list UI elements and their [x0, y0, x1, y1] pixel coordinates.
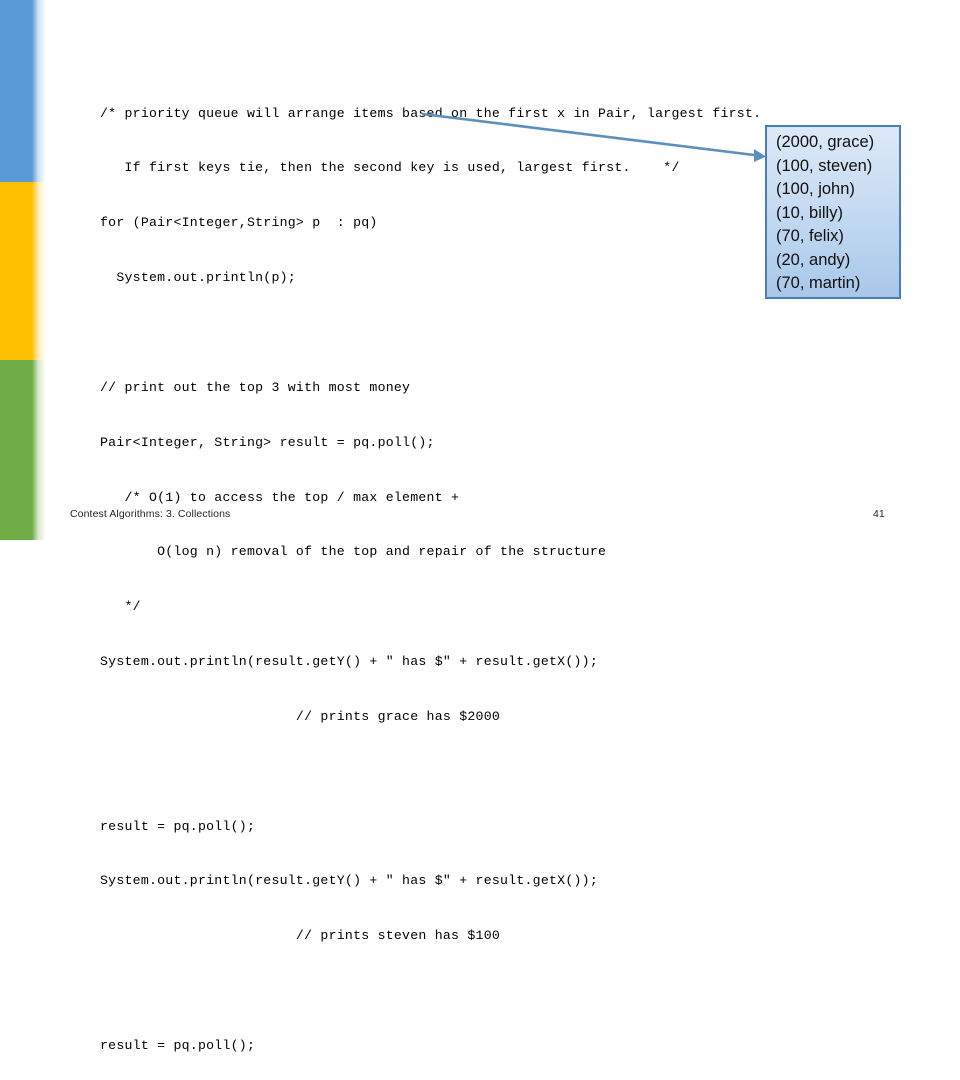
code-line: If first keys tie, then the second key i…	[100, 160, 680, 176]
color-block-amber-solid	[0, 182, 32, 360]
output-line: (2000, grace)	[776, 133, 875, 151]
code-line: // print out the top 3 with most money	[100, 379, 411, 395]
decorative-color-bar	[0, 0, 46, 540]
color-block-blue	[0, 0, 46, 182]
color-block-green	[0, 360, 46, 540]
code-block-third-poll: result = pq.poll(); System.out.println(r…	[100, 1000, 800, 1080]
output-line: (70, felix)	[776, 227, 844, 245]
color-block-green-fade	[32, 360, 46, 540]
output-line: (100, john)	[776, 180, 855, 198]
code-block-top3-poll: // print out the top 3 with most money P…	[100, 342, 800, 763]
output-line: (20, andy)	[776, 250, 851, 269]
code-line: System.out.println(p);	[100, 270, 296, 286]
slide-page-number: 41	[873, 508, 885, 520]
code-line: result = pq.poll();	[100, 1037, 256, 1053]
code-line: // prints steven has $100	[100, 928, 501, 944]
code-line: result = pq.poll();	[100, 818, 256, 834]
output-line: (70, martin)	[776, 274, 861, 292]
output-line: (100, steven)	[776, 156, 873, 175]
code-line: for (Pair<Integer,String> p : pq)	[100, 215, 378, 231]
code-line: Pair<Integer, String> result = pq.poll()…	[100, 434, 435, 450]
code-line: O(log n) removal of the top and repair o…	[100, 544, 607, 560]
output-callout-box: (2000, grace) (100, steven) (100, john) …	[765, 125, 901, 299]
color-block-green-solid	[0, 360, 32, 540]
slide-canvas: /* priority queue will arrange items bas…	[0, 0, 960, 1053]
footer-title: Contest Algorithms: 3. Collections	[70, 508, 231, 520]
code-line: /* priority queue will arrange items bas…	[100, 105, 762, 121]
color-block-blue-solid	[0, 0, 32, 182]
code-line: /* O(1) to access the top / max element …	[100, 489, 460, 505]
code-block-second-poll: result = pq.poll(); System.out.println(r…	[100, 781, 800, 982]
color-block-amber	[0, 182, 46, 360]
code-block-priority-queue-loop: /* priority queue will arrange items bas…	[100, 68, 800, 324]
code-line: */	[100, 599, 141, 615]
code-content-area: /* priority queue will arrange items bas…	[100, 68, 800, 1080]
code-block-spacer	[100, 763, 800, 781]
code-block-spacer	[100, 982, 800, 1000]
code-line: System.out.println(result.getY() + " has…	[100, 654, 598, 670]
code-line: // prints grace has $2000	[100, 709, 501, 725]
code-block-spacer	[100, 324, 800, 342]
color-block-blue-fade	[32, 0, 46, 182]
code-line: System.out.println(result.getY() + " has…	[100, 873, 598, 889]
output-line: (10, billy)	[776, 203, 843, 222]
color-block-amber-fade	[32, 182, 46, 360]
